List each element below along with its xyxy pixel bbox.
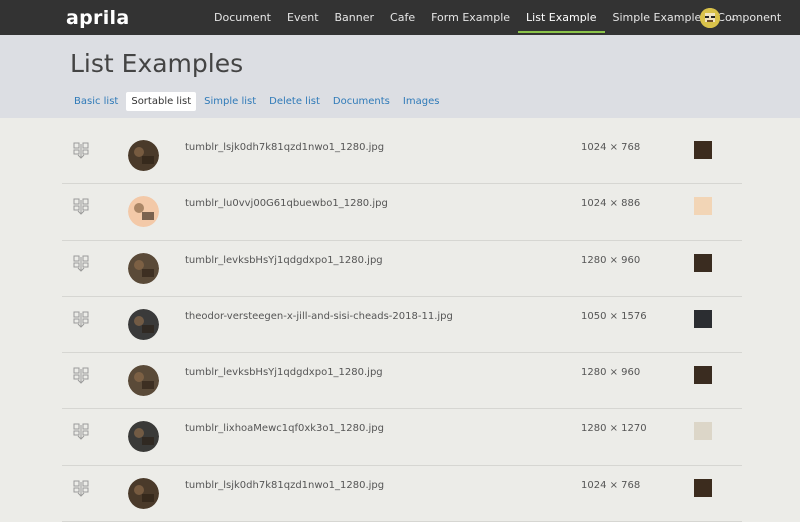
image-thumbnail — [128, 365, 159, 397]
image-thumbnail — [128, 421, 159, 453]
list-item[interactable]: theodor-versteegen-x-jill-and-sisi-chead… — [62, 297, 742, 354]
file-name: tumblr_levksbHsYj1qdgdxpo1_1280.jpg — [185, 254, 383, 266]
file-name: tumblr_levksbHsYj1qdgdxpo1_1280.jpg — [185, 367, 383, 379]
color-swatch — [694, 478, 712, 497]
user-menu[interactable]: ⌄ — [700, 8, 737, 28]
list-item[interactable]: tumblr_lixhoaMewc1qf0xk3o1_1280.jpg 1280 … — [62, 409, 742, 466]
list-item[interactable]: tumblr_lsjk0dh7k81qzd1nwo1_1280.jpg 1024 … — [62, 466, 742, 522]
page-title: List Examples — [70, 49, 244, 78]
nav-item-form-example[interactable]: Form Example — [423, 0, 518, 35]
avatar-face-icon — [700, 8, 720, 28]
tab-simple-list[interactable]: Simple list — [199, 92, 261, 111]
list-item[interactable]: tumblr_levksbHsYj1qdgdxpo1_1280.jpg 1280 … — [62, 353, 742, 410]
color-swatch — [694, 253, 712, 272]
drag-handle-icon[interactable] — [73, 255, 89, 273]
drag-handle-icon[interactable] — [73, 423, 89, 441]
color-swatch — [694, 197, 712, 216]
image-dimensions: 1050 × 1576 — [581, 310, 647, 322]
color-swatch — [694, 141, 712, 159]
color-swatch — [694, 366, 712, 385]
image-dimensions: 1280 × 960 — [581, 367, 641, 379]
image-thumbnail — [128, 477, 159, 509]
drag-handle-icon[interactable] — [73, 367, 89, 385]
drag-handle-icon[interactable] — [73, 311, 89, 329]
color-swatch — [694, 309, 712, 328]
list-item[interactable]: tumblr_levksbHsYj1qdgdxpo1_1280.jpg 1280 … — [62, 241, 742, 297]
nav-item-event[interactable]: Event — [279, 0, 327, 35]
image-dimensions: 1024 × 768 — [581, 479, 641, 491]
nav-item-banner[interactable]: Banner — [327, 0, 383, 35]
nav-item-document[interactable]: Document — [206, 0, 279, 35]
image-thumbnail — [128, 196, 159, 228]
tab-sortable-list[interactable]: Sortable list — [126, 92, 197, 111]
sortable-list: tumblr_lsjk0dh7k81qzd1nwo1_1280.jpg 1024 … — [62, 128, 742, 522]
chevron-down-icon[interactable]: ⌄ — [729, 13, 737, 24]
drag-handle-icon[interactable] — [73, 142, 89, 160]
nav-item-cafe[interactable]: Cafe — [382, 0, 423, 35]
list-item[interactable]: tumblr_lsjk0dh7k81qzd1nwo1_1280.jpg 1024 … — [62, 128, 742, 185]
image-thumbnail — [128, 140, 159, 171]
nav-item-simple-example[interactable]: Simple Example — [605, 0, 710, 35]
file-name: tumblr_lsjk0dh7k81qzd1nwo1_1280.jpg — [185, 479, 385, 491]
tab-delete-list[interactable]: Delete list — [264, 92, 325, 111]
tab-documents[interactable]: Documents — [328, 92, 395, 111]
page-header: List Examples Basic list Sortable list S… — [0, 35, 800, 118]
top-navbar: aprila Document Event Banner Cafe Form E… — [0, 0, 800, 35]
image-thumbnail — [128, 308, 159, 340]
file-name: theodor-versteegen-x-jill-and-sisi-chead… — [185, 310, 453, 322]
image-dimensions: 1024 × 886 — [581, 198, 641, 210]
list-item[interactable]: tumblr_lu0vvj00G61qbuewbo1_1280.jpg 1024 … — [62, 184, 742, 241]
file-name: tumblr_lixhoaMewc1qf0xk3o1_1280.jpg — [185, 423, 384, 435]
file-name: tumblr_lu0vvj00G61qbuewbo1_1280.jpg — [185, 198, 388, 210]
image-dimensions: 1280 × 960 — [581, 254, 641, 266]
user-avatar[interactable] — [700, 8, 720, 28]
image-dimensions: 1024 × 768 — [581, 142, 641, 153]
image-thumbnail — [128, 252, 159, 284]
nav-item-list-example[interactable]: List Example — [518, 0, 605, 35]
drag-handle-icon[interactable] — [73, 198, 89, 216]
drag-handle-icon[interactable] — [73, 480, 89, 498]
color-swatch — [694, 422, 712, 441]
list-tabs: Basic list Sortable list Simple list Del… — [69, 92, 447, 111]
tab-images[interactable]: Images — [398, 92, 445, 111]
brand-logo[interactable]: aprila — [66, 7, 129, 29]
tab-basic-list[interactable]: Basic list — [69, 92, 123, 111]
image-dimensions: 1280 × 1270 — [581, 423, 647, 435]
file-name: tumblr_lsjk0dh7k81qzd1nwo1_1280.jpg — [185, 142, 385, 153]
